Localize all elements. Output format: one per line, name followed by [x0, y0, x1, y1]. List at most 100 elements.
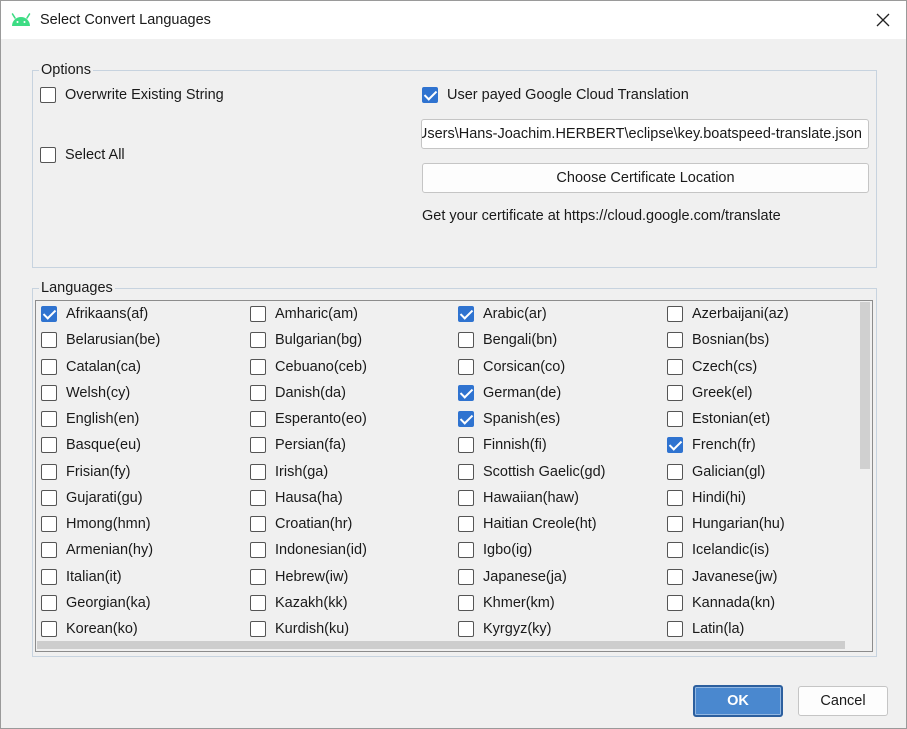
language-item[interactable]: Afrikaans(af): [36, 301, 245, 327]
language-item[interactable]: Czech(cs): [662, 354, 858, 380]
language-checkbox[interactable]: [667, 306, 683, 323]
language-checkbox[interactable]: [667, 516, 683, 533]
language-item[interactable]: Croatian(hr): [245, 511, 453, 537]
language-item[interactable]: Greek(el): [662, 380, 858, 406]
language-item[interactable]: Japanese(ja): [453, 564, 662, 590]
language-checkbox[interactable]: [41, 594, 57, 611]
language-item[interactable]: Frisian(fy): [36, 459, 245, 485]
language-checkbox[interactable]: [41, 621, 57, 638]
select-all-checkbox[interactable]: Select All: [40, 147, 125, 163]
certificate-path-field[interactable]: C:\Users\Hans-Joachim.HERBERT\eclipse\ke…: [421, 119, 869, 149]
language-checkbox[interactable]: [41, 489, 57, 506]
language-checkbox[interactable]: [458, 568, 474, 585]
language-checkbox[interactable]: [250, 306, 266, 323]
language-item[interactable]: Javanese(jw): [662, 564, 858, 590]
language-item[interactable]: Hausa(ha): [245, 485, 453, 511]
language-checkbox[interactable]: [41, 516, 57, 533]
language-item[interactable]: French(fr): [662, 432, 858, 458]
language-checkbox[interactable]: [667, 489, 683, 506]
language-checkbox[interactable]: [667, 463, 683, 480]
language-item[interactable]: Georgian(ka): [36, 590, 245, 616]
language-checkbox[interactable]: [458, 516, 474, 533]
language-checkbox[interactable]: [250, 568, 266, 585]
language-checkbox[interactable]: [250, 621, 266, 638]
language-checkbox[interactable]: [667, 621, 683, 638]
language-item[interactable]: Bulgarian(bg): [245, 327, 453, 353]
language-checkbox[interactable]: [41, 332, 57, 349]
language-checkbox[interactable]: [458, 437, 474, 454]
language-item[interactable]: Corsican(co): [453, 354, 662, 380]
language-item[interactable]: Finnish(fi): [453, 432, 662, 458]
language-checkbox[interactable]: [41, 542, 57, 559]
language-item[interactable]: Arabic(ar): [453, 301, 662, 327]
overwrite-checkbox[interactable]: Overwrite Existing String: [40, 87, 224, 103]
language-checkbox[interactable]: [41, 358, 57, 375]
cancel-button[interactable]: Cancel: [798, 686, 888, 716]
language-item[interactable]: Icelandic(is): [662, 537, 858, 563]
language-item[interactable]: Armenian(hy): [36, 537, 245, 563]
language-checkbox[interactable]: [458, 594, 474, 611]
language-checkbox[interactable]: [250, 542, 266, 559]
language-checkbox[interactable]: [458, 358, 474, 375]
language-checkbox[interactable]: [250, 516, 266, 533]
choose-certificate-button[interactable]: Choose Certificate Location: [422, 163, 869, 193]
language-item[interactable]: Estonian(et): [662, 406, 858, 432]
language-item[interactable]: Basque(eu): [36, 432, 245, 458]
language-item[interactable]: Khmer(km): [453, 590, 662, 616]
vertical-scroll-thumb[interactable]: [860, 302, 870, 469]
language-item[interactable]: Kannada(kn): [662, 590, 858, 616]
language-item[interactable]: Catalan(ca): [36, 354, 245, 380]
language-checkbox[interactable]: [250, 594, 266, 611]
language-item[interactable]: Irish(ga): [245, 459, 453, 485]
language-item[interactable]: Italian(it): [36, 564, 245, 590]
language-item[interactable]: Kazakh(kk): [245, 590, 453, 616]
language-item[interactable]: German(de): [453, 380, 662, 406]
language-item[interactable]: Galician(gl): [662, 459, 858, 485]
language-checkbox[interactable]: [41, 568, 57, 585]
language-checkbox[interactable]: [41, 437, 57, 454]
language-item[interactable]: Cebuano(ceb): [245, 354, 453, 380]
language-checkbox[interactable]: [458, 542, 474, 559]
language-checkbox[interactable]: [41, 411, 57, 428]
language-item[interactable]: Bosnian(bs): [662, 327, 858, 353]
language-item[interactable]: Spanish(es): [453, 406, 662, 432]
language-item[interactable]: Gujarati(gu): [36, 485, 245, 511]
language-item[interactable]: Danish(da): [245, 380, 453, 406]
ok-button[interactable]: OK: [693, 685, 783, 717]
language-item[interactable]: Hindi(hi): [662, 485, 858, 511]
language-checkbox[interactable]: [250, 358, 266, 375]
language-checkbox[interactable]: [458, 384, 474, 401]
language-checkbox[interactable]: [458, 411, 474, 428]
google-cloud-checkbox[interactable]: User payed Google Cloud Translation: [422, 87, 689, 103]
language-checkbox[interactable]: [250, 384, 266, 401]
language-item[interactable]: Amharic(am): [245, 301, 453, 327]
language-item[interactable]: Belarusian(be): [36, 327, 245, 353]
language-checkbox[interactable]: [41, 463, 57, 480]
language-item[interactable]: Igbo(ig): [453, 537, 662, 563]
language-checkbox[interactable]: [667, 411, 683, 428]
language-item[interactable]: Persian(fa): [245, 432, 453, 458]
language-item[interactable]: Azerbaijani(az): [662, 301, 858, 327]
language-item[interactable]: Bengali(bn): [453, 327, 662, 353]
language-checkbox[interactable]: [250, 463, 266, 480]
language-checkbox[interactable]: [41, 384, 57, 401]
language-item[interactable]: Indonesian(id): [245, 537, 453, 563]
horizontal-scroll-thumb[interactable]: [37, 641, 845, 649]
language-checkbox[interactable]: [250, 437, 266, 454]
language-item[interactable]: English(en): [36, 406, 245, 432]
select-all-checkbox-box[interactable]: [40, 147, 56, 163]
language-checkbox[interactable]: [667, 594, 683, 611]
overwrite-checkbox-box[interactable]: [40, 87, 56, 103]
google-cloud-checkbox-box[interactable]: [422, 87, 438, 103]
language-item[interactable]: Hebrew(iw): [245, 564, 453, 590]
language-item[interactable]: Hungarian(hu): [662, 511, 858, 537]
language-checkbox[interactable]: [458, 332, 474, 349]
language-checkbox[interactable]: [667, 542, 683, 559]
language-item[interactable]: Haitian Creole(ht): [453, 511, 662, 537]
language-checkbox[interactable]: [41, 306, 57, 323]
language-checkbox[interactable]: [458, 621, 474, 638]
language-item[interactable]: Welsh(cy): [36, 380, 245, 406]
vertical-scrollbar[interactable]: [858, 301, 872, 639]
horizontal-scrollbar[interactable]: [36, 639, 858, 651]
language-item[interactable]: Esperanto(eo): [245, 406, 453, 432]
